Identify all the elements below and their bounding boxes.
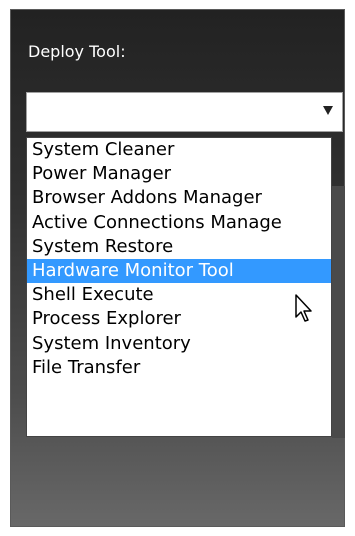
option-item[interactable]: Power Manager [27, 162, 331, 186]
option-item[interactable]: File Transfer [27, 356, 331, 380]
option-item[interactable]: Shell Execute [27, 283, 331, 307]
option-item-selected[interactable]: Hardware Monitor Tool [27, 258, 331, 284]
deploy-tool-label: Deploy Tool: [28, 42, 126, 61]
chevron-down-icon[interactable] [323, 106, 333, 115]
option-item[interactable]: System Cleaner [27, 138, 331, 162]
deploy-tool-options-list: System Cleaner Power Manager Browser Add… [26, 137, 332, 437]
mouse-pointer-icon [295, 294, 312, 322]
deploy-tool-select[interactable] [26, 92, 343, 132]
option-item[interactable]: System Restore [27, 235, 331, 259]
dropdown-scrollbar[interactable] [332, 186, 345, 438]
option-item[interactable]: Active Connections Manage [27, 211, 331, 235]
option-item[interactable]: Browser Addons Manager [27, 186, 331, 210]
option-item[interactable]: System Inventory [27, 332, 331, 356]
option-item[interactable]: Process Explorer [27, 307, 331, 331]
